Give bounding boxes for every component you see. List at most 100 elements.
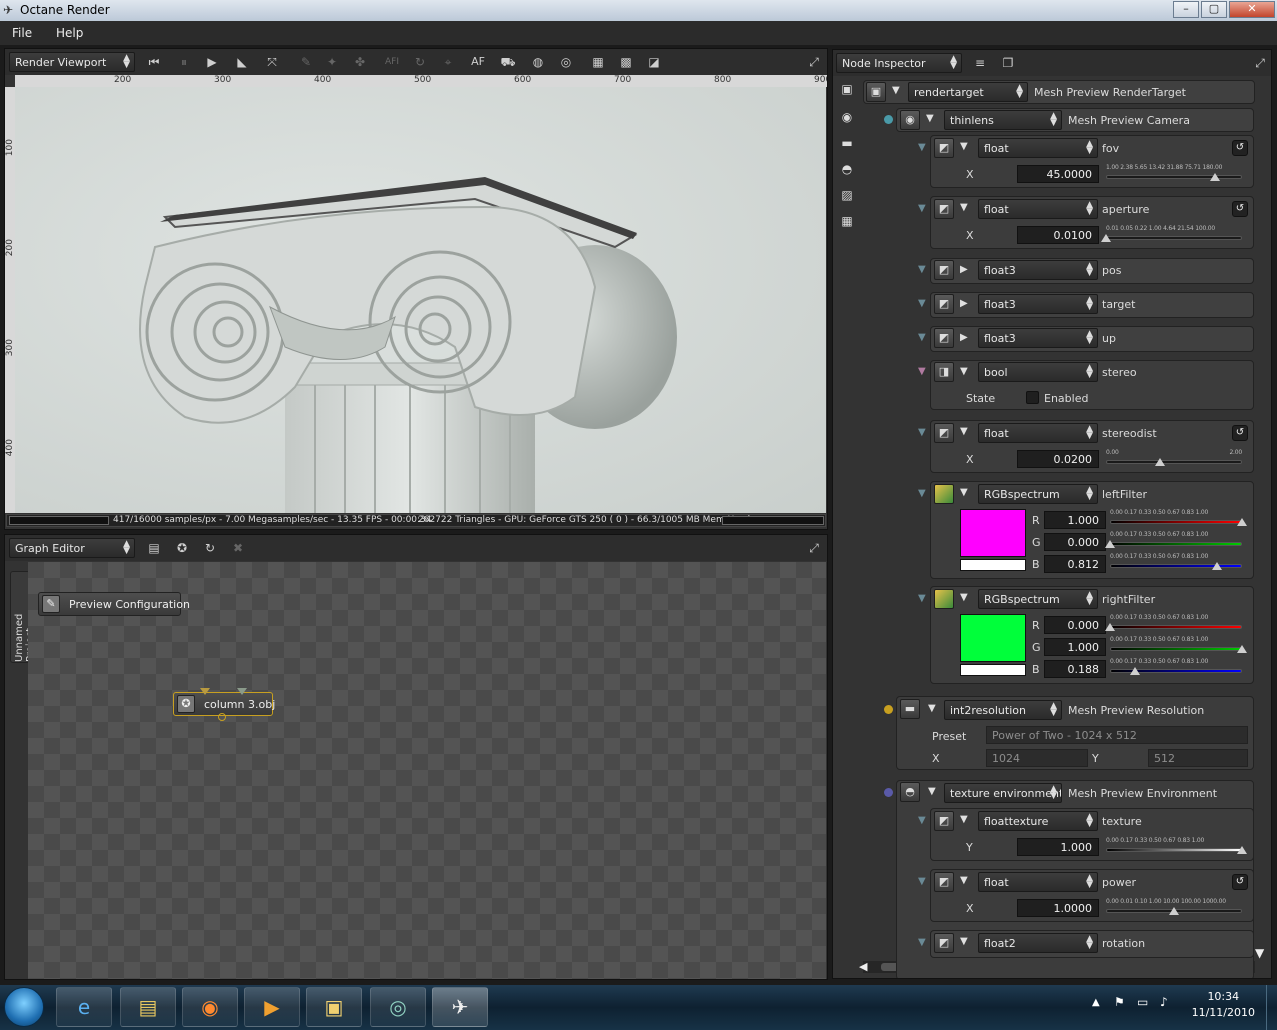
rotation-type-combo[interactable]: float2 ▲ ▼: [978, 933, 1098, 953]
stereodist-value-input[interactable]: 0.0200: [1017, 450, 1099, 468]
collapse-all-icon[interactable]: ≡: [971, 54, 989, 72]
power-slider[interactable]: 0.00 0.01 0.10 1.00 10.00 100.00 1000.00: [1106, 898, 1242, 918]
node-inspector-combo[interactable]: Node Inspector ▲ ▼: [836, 53, 962, 73]
expand-triangle-icon[interactable]: ▼: [960, 936, 968, 947]
start-button[interactable]: [4, 987, 44, 1027]
afi-icon[interactable]: AFI: [383, 53, 401, 71]
slider-knob[interactable]: [1105, 623, 1115, 631]
imager-tab-icon[interactable]: ▨: [838, 186, 856, 204]
play-icon[interactable]: ▶: [203, 53, 221, 71]
fov-slider[interactable]: 1.00 2.38 5.65 13.42 31.88 75.71 180.00: [1106, 164, 1242, 184]
leftfilter-r-slider[interactable]: 0.00 0.17 0.33 0.50 0.67 0.83 1.00: [1110, 509, 1247, 529]
rightfilter-r-slider[interactable]: 0.00 0.17 0.33 0.50 0.67 0.83 1.00: [1105, 614, 1242, 634]
stereo-enabled-checkbox[interactable]: [1026, 391, 1039, 404]
leftfilter-color-swatch[interactable]: [960, 509, 1026, 557]
show-desktop-button[interactable]: [1266, 985, 1277, 1030]
maximize-button[interactable]: ▢: [1201, 1, 1227, 18]
mesh-node[interactable]: ✪ column 3.obj: [173, 688, 275, 721]
texture-value-input[interactable]: 1.000: [1017, 838, 1099, 856]
fov-type-combo[interactable]: float ▲ ▼: [978, 138, 1098, 158]
stereodist-type-combo[interactable]: float ▲ ▼: [978, 423, 1098, 443]
rightfilter-r-input[interactable]: 0.000: [1044, 616, 1106, 634]
expand-triangle-icon[interactable]: ▼: [928, 703, 936, 714]
collapse-triangle-icon[interactable]: ▶: [960, 298, 968, 309]
media-player-icon[interactable]: ▶: [244, 987, 300, 1027]
scroll-down-icon[interactable]: ▼: [1255, 946, 1264, 960]
reset-icon[interactable]: ↺: [1232, 140, 1248, 156]
af-button[interactable]: AF: [469, 53, 487, 71]
slider-knob[interactable]: [1105, 540, 1115, 548]
resolution-tab-icon[interactable]: ▬: [838, 134, 856, 152]
resolution-preset-combo[interactable]: Power of Two - 1024 x 512: [986, 726, 1248, 744]
leftfilter-b-slider[interactable]: 0.00 0.17 0.33 0.50 0.67 0.83 1.00: [1110, 553, 1242, 573]
camera-tool-icon[interactable]: ◣: [233, 53, 251, 71]
pick-icon[interactable]: ✎: [297, 53, 315, 71]
pos-type-combo[interactable]: float3 ▲ ▼: [978, 260, 1098, 280]
texture-slider[interactable]: 0.00 0.17 0.33 0.50 0.67 0.83 1.00: [1106, 837, 1247, 857]
menu-file[interactable]: File: [12, 26, 32, 40]
expand-triangle-icon[interactable]: ▼: [960, 592, 968, 603]
resolution-y-input[interactable]: 512: [1148, 749, 1248, 767]
slider-knob[interactable]: [1155, 458, 1166, 466]
leftfilter-type-combo[interactable]: RGBspectrum ▲ ▼: [978, 484, 1098, 504]
expand-triangle-icon[interactable]: ▼: [928, 786, 936, 797]
power-type-combo[interactable]: float ▲ ▼: [978, 872, 1098, 892]
leftfilter-b-input[interactable]: 0.812: [1044, 555, 1106, 573]
up-type-combo[interactable]: float3 ▲ ▼: [978, 328, 1098, 348]
kernel-tab-icon[interactable]: ▦: [838, 212, 856, 230]
slider-knob[interactable]: [1237, 846, 1247, 854]
slider-knob[interactable]: [1169, 907, 1179, 915]
expand-triangle-icon[interactable]: ▼: [960, 202, 968, 213]
aperture-type-combo[interactable]: float ▲ ▼: [978, 199, 1098, 219]
expand-triangle-icon[interactable]: ▼: [892, 85, 900, 96]
graph-editor-combo[interactable]: Graph Editor ▲ ▼: [9, 538, 135, 558]
network-icon[interactable]: ▭: [1137, 995, 1148, 1009]
rightfilter-b-slider[interactable]: 0.00 0.17 0.33 0.50 0.67 0.83 1.00: [1110, 658, 1242, 678]
render-target-tab-icon[interactable]: ▣: [838, 80, 856, 98]
skip-back-icon[interactable]: ⏮: [145, 53, 163, 71]
slider-knob[interactable]: [1209, 173, 1220, 181]
system-clock[interactable]: 10:34 11/11/2010: [1192, 989, 1255, 1021]
leftfilter-r-input[interactable]: 1.000: [1044, 511, 1106, 529]
stereodist-slider[interactable]: 0.00 2.00: [1106, 449, 1242, 469]
lock-icon[interactable]: ⌖: [439, 53, 457, 71]
collapse-triangle-icon[interactable]: ▶: [960, 332, 968, 343]
refresh-icon[interactable]: ↻: [411, 53, 429, 71]
leftfilter-g-slider[interactable]: 0.00 0.17 0.33 0.50 0.67 0.83 1.00: [1105, 531, 1242, 551]
checker-icon[interactable]: ▩: [617, 53, 635, 71]
volume-icon[interactable]: ♪: [1160, 995, 1168, 1009]
maximize-inspector-icon[interactable]: ⤢: [1251, 54, 1269, 72]
file-explorer-icon[interactable]: ▤: [120, 987, 176, 1027]
load-node-icon[interactable]: ▤: [145, 539, 163, 557]
resolution-type-combo[interactable]: int2resolution ▲ ▼: [944, 700, 1062, 720]
maximize-viewport-icon[interactable]: ⤢: [805, 53, 823, 71]
sticky-app-icon[interactable]: ▣: [306, 987, 362, 1027]
car-icon[interactable]: ⛟: [499, 53, 517, 71]
close-button[interactable]: ✕: [1229, 1, 1275, 18]
rightfilter-g-slider[interactable]: 0.00 0.17 0.33 0.50 0.67 0.83 1.00: [1110, 636, 1247, 656]
output-pin-icon[interactable]: [218, 713, 226, 721]
refresh-node-icon[interactable]: ↻: [201, 539, 219, 557]
tab-unnamed-project[interactable]: Unnamed Project: [10, 571, 36, 663]
expand-triangle-icon[interactable]: ▼: [960, 487, 968, 498]
rendertarget-type-combo[interactable]: rendertarget ▲ ▼: [908, 82, 1028, 102]
expand-all-icon[interactable]: ❐: [999, 54, 1017, 72]
expand-triangle-icon[interactable]: ▼: [960, 366, 968, 377]
reset-icon[interactable]: ↺: [1232, 874, 1248, 890]
collapse-triangle-icon[interactable]: ▶: [960, 264, 968, 275]
rightfilter-color-swatch[interactable]: [960, 614, 1026, 662]
input-pin-icon[interactable]: [200, 688, 210, 695]
slider-knob[interactable]: [1237, 645, 1247, 653]
expand-triangle-icon[interactable]: ▼: [960, 141, 968, 152]
rightfilter-b-input[interactable]: 0.188: [1044, 660, 1106, 678]
focus-pick-icon[interactable]: ✦: [323, 53, 341, 71]
internet-explorer-icon[interactable]: e: [56, 987, 112, 1027]
alpha-icon[interactable]: ◪: [645, 53, 663, 71]
sphere-alt-icon[interactable]: ◎: [557, 53, 575, 71]
rightfilter-type-combo[interactable]: RGBspectrum ▲ ▼: [978, 589, 1098, 609]
viewport-mode-combo[interactable]: Render Viewport ▲ ▼: [9, 52, 135, 72]
rightfilter-g-input[interactable]: 1.000: [1044, 638, 1106, 656]
slider-knob[interactable]: [1101, 234, 1111, 242]
action-center-flag-icon[interactable]: ⚑: [1114, 995, 1125, 1009]
graph-canvas[interactable]: ✎ Preview Configuration ✪ column 3.obj: [28, 562, 826, 979]
